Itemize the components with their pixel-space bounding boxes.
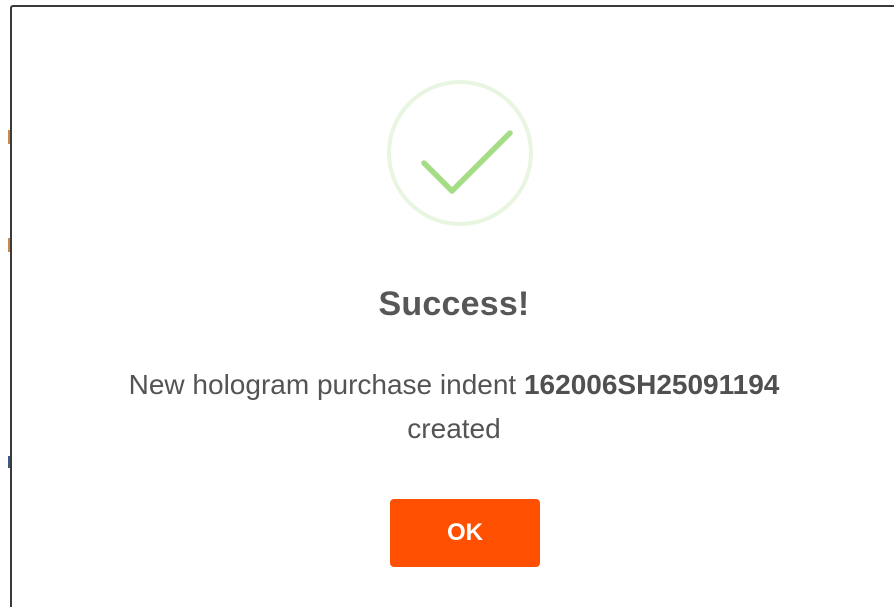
- indent-number: 162006SH25091194: [523, 369, 780, 400]
- message-suffix: created: [407, 413, 501, 444]
- dialog-title: Success!: [378, 285, 530, 323]
- background-page-strip: [0, 0, 10, 607]
- ok-button[interactable]: OK: [390, 499, 540, 567]
- success-icon-ring: [387, 80, 533, 226]
- page-backdrop: Success! New hologram purchase indent 16…: [0, 0, 894, 607]
- success-dialog: Success! New hologram purchase indent 16…: [10, 5, 894, 607]
- message-prefix: New hologram purchase indent: [128, 369, 524, 400]
- checkmark-icon: [421, 130, 513, 194]
- dialog-message: New hologram purchase indent 162006SH250…: [52, 363, 856, 451]
